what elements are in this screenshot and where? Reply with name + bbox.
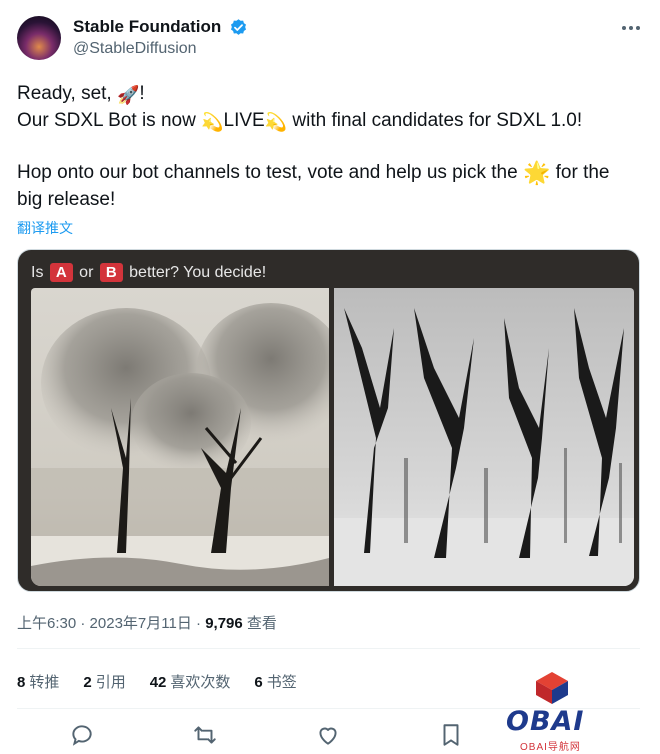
avatar[interactable] xyxy=(17,16,61,60)
badge-a: A xyxy=(49,263,73,282)
reply-icon[interactable] xyxy=(69,722,95,748)
tweet-line-1: Ready, set, 🚀! xyxy=(17,83,145,106)
stat-likes[interactable]: 42 喜欢次数 xyxy=(150,671,231,692)
tweet-text: Ready, set, 🚀! Our SDXL Bot is now 💫LIVE… xyxy=(17,80,637,213)
media-card[interactable]: Is A or B better? You decide! xyxy=(17,249,640,592)
tweet: Stable Foundation @StableDiffusion Ready… xyxy=(0,0,660,754)
tweet-author: Stable Foundation @StableDiffusion xyxy=(73,17,248,58)
watermark-cube-icon xyxy=(536,672,568,704)
verified-badge-icon xyxy=(230,18,246,35)
watermark-logo: OBAI OBAI导航网 xyxy=(500,668,610,754)
rocket-emoji-icon: 🚀 xyxy=(116,85,140,106)
handle[interactable]: @StableDiffusion xyxy=(73,40,248,58)
image-b[interactable] xyxy=(334,288,634,586)
badge-b: B xyxy=(99,263,123,282)
divider xyxy=(17,648,640,649)
dizzy-emoji-icon: 💫 xyxy=(264,112,288,133)
translate-link[interactable]: 翻译推文 xyxy=(17,218,73,238)
tweet-line-4: big release! xyxy=(17,189,116,210)
more-options-icon[interactable] xyxy=(618,18,644,38)
bookmark-icon[interactable] xyxy=(438,722,464,748)
stat-quotes[interactable]: 2 引用 xyxy=(83,671,125,692)
tweet-line-2: Our SDXL Bot is now 💫LIVE💫 with final ca… xyxy=(17,110,583,133)
tweet-time[interactable]: 上午6:30 xyxy=(17,615,76,632)
tweet-date[interactable]: 2023年7月11日 xyxy=(90,615,192,632)
views-label: 查看 xyxy=(242,615,277,632)
views-count: 9,796 xyxy=(205,615,243,632)
dizzy-emoji-icon: 💫 xyxy=(201,112,224,133)
star-emoji-icon: 🌟 xyxy=(522,161,551,186)
stat-retweets[interactable]: 8 转推 xyxy=(17,671,59,692)
display-name[interactable]: Stable Foundation xyxy=(73,17,221,37)
image-a[interactable] xyxy=(31,288,329,586)
media-caption: Is A or B better? You decide! xyxy=(31,263,267,282)
tweet-meta: 上午6:30 · 2023年7月11日 · 9,796 查看 xyxy=(17,615,277,632)
watermark-brand: OBAI xyxy=(506,706,585,737)
engagement-stats: 8 转推 2 引用 42 喜欢次数 6 书签 xyxy=(17,671,321,692)
stat-bookmarks[interactable]: 6 书签 xyxy=(254,671,296,692)
like-icon[interactable] xyxy=(315,722,341,748)
watermark-subtitle: OBAI导航网 xyxy=(520,742,581,753)
retweet-icon[interactable] xyxy=(192,722,218,748)
tweet-line-3: Hop onto our bot channels to test, vote … xyxy=(17,161,610,186)
